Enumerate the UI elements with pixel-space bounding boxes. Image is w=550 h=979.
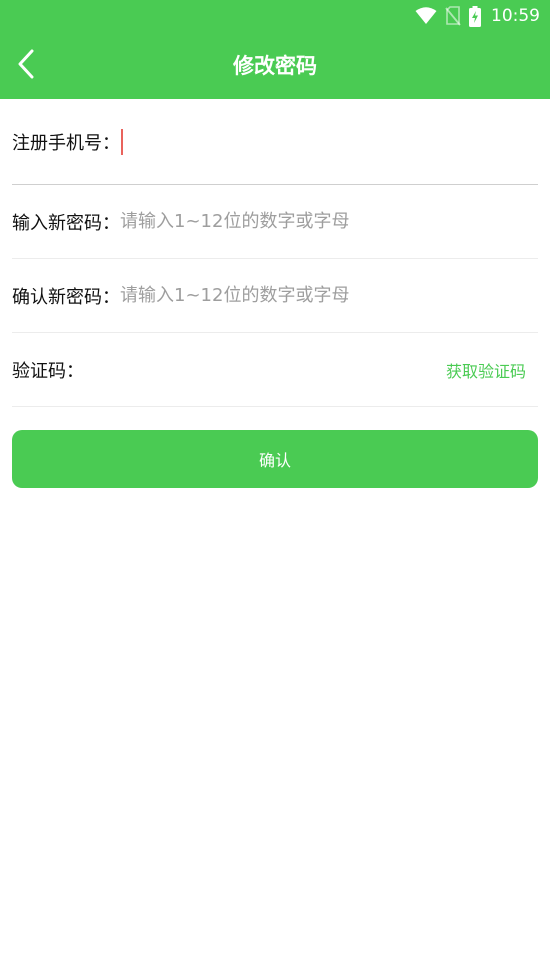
- phone-label: 注册手机号：: [12, 132, 120, 154]
- status-bar: 10:59: [415, 4, 540, 28]
- new-password-row: 输入新密码：: [12, 185, 538, 259]
- no-sim-icon: [445, 6, 461, 26]
- status-time: 10:59: [491, 6, 540, 26]
- get-verification-code-button[interactable]: 获取验证码: [446, 358, 526, 382]
- verification-code-row: 验证码： 获取验证码: [12, 333, 538, 407]
- wifi-icon: [415, 7, 437, 25]
- page-title: 修改密码: [233, 54, 317, 78]
- phone-row: 注册手机号：: [12, 99, 538, 185]
- confirm-password-label: 确认新密码：: [12, 286, 120, 308]
- new-password-label: 输入新密码：: [12, 212, 120, 234]
- app-bar: 10:59 修改密码: [0, 0, 550, 99]
- verification-code-label: 验证码：: [12, 360, 84, 382]
- change-password-screen: 10:59 修改密码 注册手机号： 输入新密码： 确认新密码： 验证码： 获取验…: [0, 0, 550, 979]
- new-password-input[interactable]: [120, 206, 538, 237]
- change-password-form: 注册手机号： 输入新密码： 确认新密码： 验证码： 获取验证码: [12, 99, 538, 407]
- battery-charging-icon: [469, 5, 481, 27]
- confirm-button[interactable]: 确认: [12, 430, 538, 488]
- confirm-password-input[interactable]: [120, 280, 538, 311]
- confirm-password-row: 确认新密码：: [12, 259, 538, 333]
- phone-input[interactable]: [123, 126, 538, 157]
